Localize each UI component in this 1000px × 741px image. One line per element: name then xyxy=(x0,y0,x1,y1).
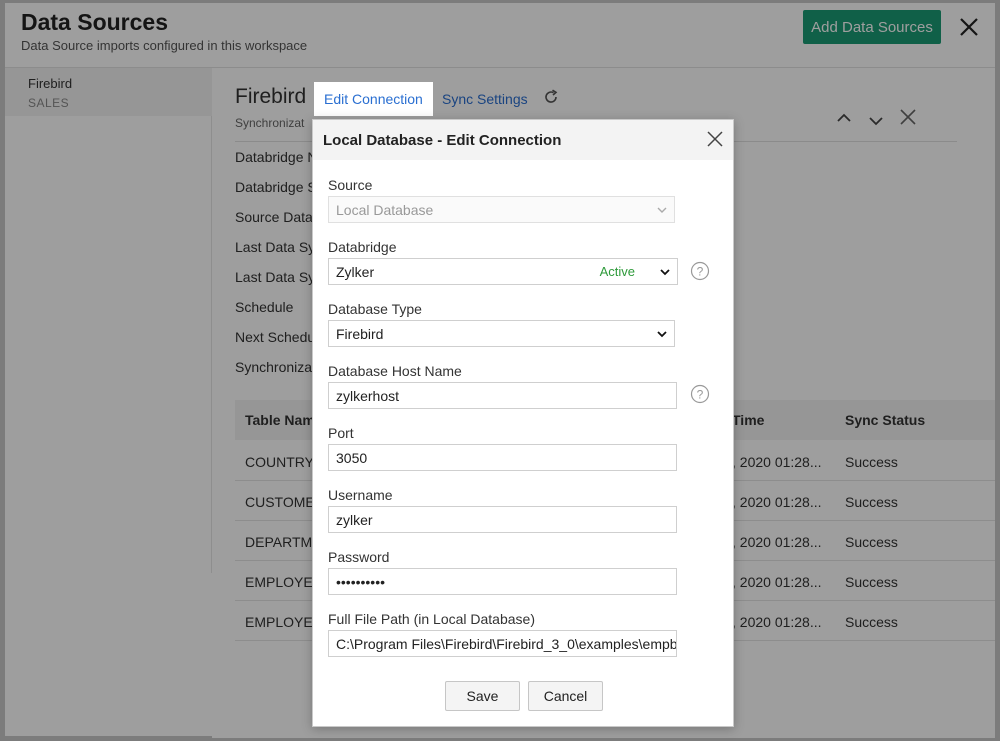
username-value: zylker xyxy=(336,511,373,528)
password-label: Password xyxy=(328,549,390,565)
password-value: •••••••••• xyxy=(336,573,386,590)
svg-text:?: ? xyxy=(697,265,704,279)
file-path-value: C:\Program Files\Firebird\Firebird_3_0\e… xyxy=(336,635,677,652)
port-label: Port xyxy=(328,425,354,441)
database-type-select[interactable]: Firebird xyxy=(328,320,675,347)
database-type-label: Database Type xyxy=(328,301,422,317)
cancel-button[interactable]: Cancel xyxy=(528,681,603,711)
databridge-label: Databridge xyxy=(328,239,397,255)
username-label: Username xyxy=(328,487,393,503)
port-value: 3050 xyxy=(336,449,368,466)
database-type-value: Firebird xyxy=(336,325,384,342)
dialog-header: Local Database - Edit Connection xyxy=(313,120,733,160)
port-input[interactable]: 3050 xyxy=(328,444,677,471)
file-path-label: Full File Path (in Local Database) xyxy=(328,611,535,627)
help-icon[interactable]: ? xyxy=(690,261,710,281)
host-input[interactable]: zylkerhost xyxy=(328,382,677,409)
chevron-down-icon xyxy=(657,331,667,338)
chevron-down-icon xyxy=(660,269,670,276)
password-input[interactable]: •••••••••• xyxy=(328,568,677,595)
tab-edit-connection-highlight[interactable]: Edit Connection xyxy=(314,82,433,116)
source-value: Local Database xyxy=(336,201,434,218)
close-icon[interactable] xyxy=(706,130,724,148)
source-label: Source xyxy=(328,177,373,193)
save-button[interactable]: Save xyxy=(445,681,520,711)
help-icon[interactable]: ? xyxy=(690,384,710,404)
svg-text:?: ? xyxy=(697,388,704,402)
file-path-input[interactable]: C:\Program Files\Firebird\Firebird_3_0\e… xyxy=(328,630,677,657)
databridge-status: Active xyxy=(599,264,635,279)
host-label: Database Host Name xyxy=(328,363,462,379)
chevron-down-icon xyxy=(657,207,667,213)
dialog-title: Local Database - Edit Connection xyxy=(323,132,562,149)
host-value: zylkerhost xyxy=(336,387,400,404)
edit-connection-dialog: Local Database - Edit Connection Source … xyxy=(312,119,734,727)
source-select: Local Database xyxy=(328,196,675,223)
username-input[interactable]: zylker xyxy=(328,506,677,533)
databridge-value: Zylker xyxy=(336,263,375,280)
databridge-select[interactable]: Zylker Active xyxy=(328,258,678,285)
